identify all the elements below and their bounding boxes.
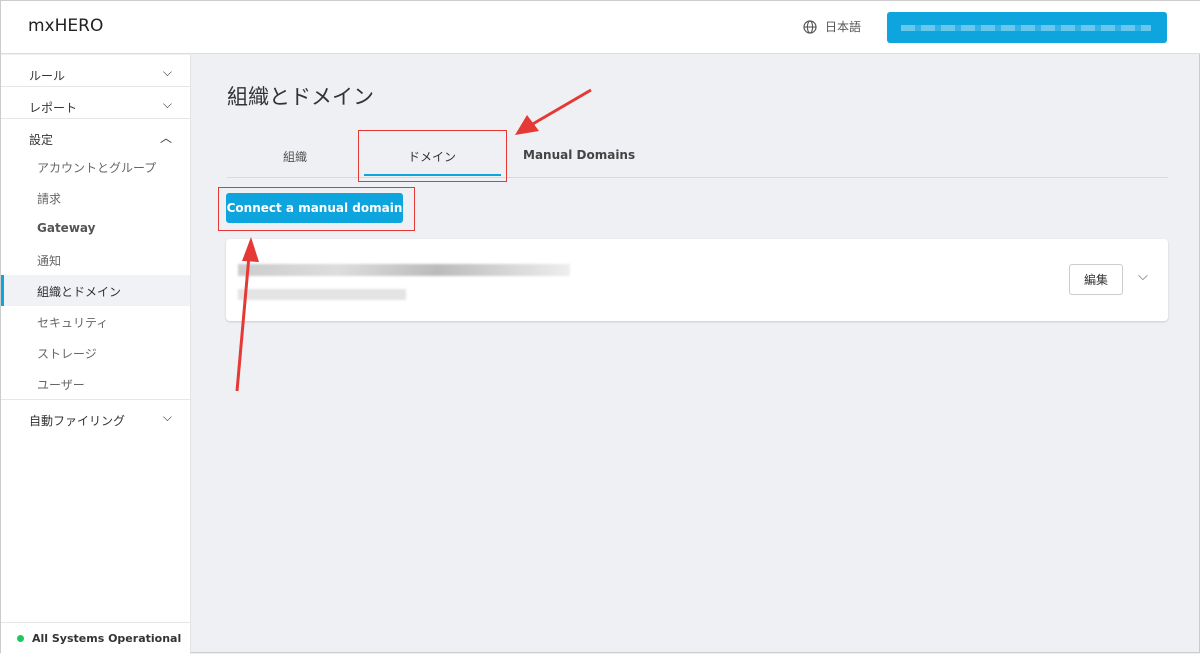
annotation-arrows: [235, 88, 592, 392]
arrow-head-icon: [242, 237, 259, 262]
arrow-head-icon: [515, 115, 539, 135]
arrow-line: [530, 88, 592, 127]
arrow-line: [235, 255, 251, 392]
